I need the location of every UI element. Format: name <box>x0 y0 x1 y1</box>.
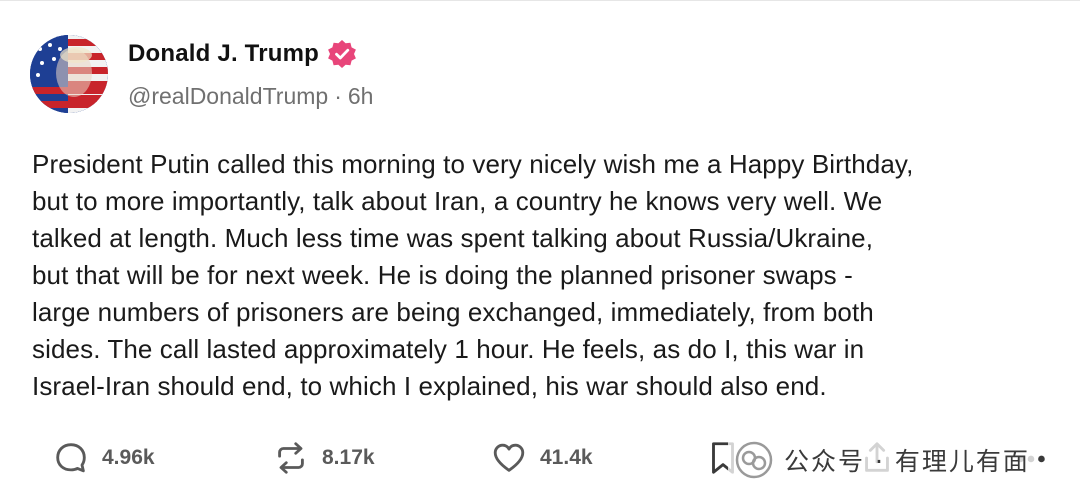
post-body: President Putin called this morning to v… <box>32 149 914 401</box>
post-meta: @realDonaldTrump · 6h <box>128 83 373 110</box>
display-name[interactable]: Donald J. Trump <box>128 40 319 68</box>
post-card: Donald J. Trump @realDonaldTrump · 6h Pr… <box>0 0 1080 498</box>
retruth-button[interactable]: 8.17k <box>272 439 375 477</box>
avatar[interactable] <box>30 35 108 113</box>
like-count: 41.4k <box>540 446 593 469</box>
retruth-icon <box>278 442 304 474</box>
like-icon <box>493 443 525 472</box>
watermark: 公众号 · 有理儿有面 <box>728 438 1036 482</box>
verified-badge-icon <box>327 39 357 69</box>
retruth-count: 8.17k <box>322 446 375 469</box>
avatar-image <box>30 35 108 113</box>
timestamp[interactable]: 6h <box>348 83 374 110</box>
author-info: Donald J. Trump @realDonaldTrump · 6h <box>128 39 373 110</box>
meta-separator: · <box>334 83 342 109</box>
wechat-official-account-icon <box>735 441 773 479</box>
post-header: Donald J. Trump @realDonaldTrump · 6h <box>30 35 373 113</box>
like-button[interactable]: 41.4k <box>490 439 593 477</box>
reply-button[interactable]: 4.96k <box>52 439 155 477</box>
watermark-text: 公众号 · 有理儿有面 <box>784 447 1030 476</box>
name-row: Donald J. Trump <box>128 39 373 69</box>
reply-icon <box>56 443 86 473</box>
handle[interactable]: @realDonaldTrump <box>128 83 328 110</box>
reply-count: 4.96k <box>102 446 155 469</box>
